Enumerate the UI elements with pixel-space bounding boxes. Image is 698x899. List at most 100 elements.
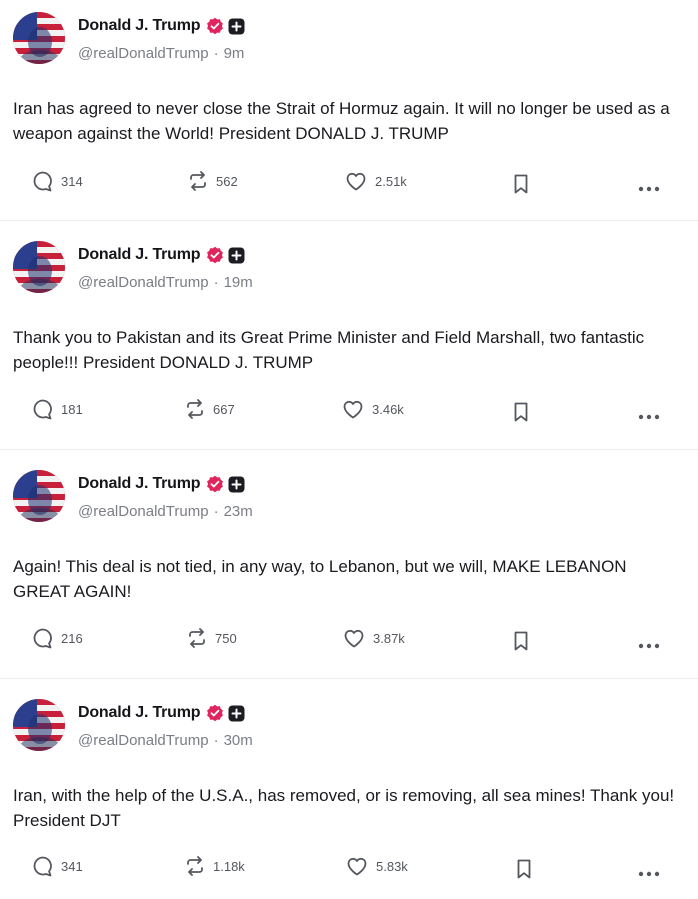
post-text: Thank you to Pakistan and its Great Prim… [13,328,645,372]
post[interactable]: Donald J. Trump @realDonaldTrump · 30m I… [0,679,698,899]
repost-arrows-icon [190,171,206,191]
separator-dot: · [213,732,219,749]
post-time[interactable]: 30m [224,732,253,749]
author-name[interactable]: Donald J. Trump [78,246,201,264]
post-time[interactable]: 9m [224,45,245,62]
like-button[interactable]: 3.87k [342,627,405,649]
author-name[interactable]: Donald J. Trump [78,704,201,722]
bookmark-button[interactable] [512,173,530,200]
reply-count: 314 [61,173,83,189]
more-button[interactable] [638,636,660,654]
repost-arrows-icon [187,399,203,419]
post-time[interactable]: 23m [224,503,253,520]
speech-bubble-icon [33,628,52,649]
bookmark-icon [514,402,528,422]
post-header: Donald J. Trump @realDonaldTrump · 30m [0,687,698,759]
bookmark-icon [517,859,531,879]
author-handle[interactable]: @realDonaldTrump [78,732,209,749]
author-row: Donald J. Trump [78,244,245,266]
repost-button[interactable]: 667 [184,398,235,420]
like-count: 5.83k [376,858,408,874]
avatar[interactable] [13,241,65,293]
repost-count: 1.18k [213,858,245,874]
plus-badge-icon [228,476,245,492]
more-button[interactable] [638,407,660,425]
post-feed: Donald J. Trump @realDonaldTrump · 9m Ir… [0,0,698,899]
separator-dot: · [213,503,219,520]
post-actions: 341 1.18k 5.83k [0,855,698,885]
repost-count: 750 [215,630,237,646]
handle-row: @realDonaldTrump · 9m [78,45,244,62]
ellipsis-icon [638,871,660,877]
post-text: Again! This deal is not tied, in any way… [13,557,627,601]
avatar[interactable] [13,12,65,64]
ellipsis-icon [638,186,660,192]
post[interactable]: Donald J. Trump @realDonaldTrump · 23m A… [0,450,698,679]
repost-button[interactable]: 1.18k [184,855,245,877]
reply-button[interactable]: 341 [32,855,83,877]
speech-bubble-icon [33,856,52,877]
bookmark-icon [514,174,528,194]
flag-portrait-icon [13,241,65,293]
verified-badge-icon [207,246,224,264]
post[interactable]: Donald J. Trump @realDonaldTrump · 19m T… [0,221,698,450]
speech-bubble-icon [33,171,52,192]
verified-badge-icon [207,704,224,722]
reply-button[interactable]: 314 [32,170,83,192]
author-handle[interactable]: @realDonaldTrump [78,503,209,520]
heart-icon [347,857,367,876]
plus-badge-icon [228,18,245,34]
bookmark-button[interactable] [512,401,530,428]
bookmark-button[interactable] [515,858,533,885]
avatar[interactable] [13,699,65,751]
plus-badge-icon [228,247,245,263]
author-row: Donald J. Trump [78,15,245,37]
post[interactable]: Donald J. Trump @realDonaldTrump · 9m Ir… [0,0,698,221]
like-count: 3.46k [372,401,404,417]
reply-count: 216 [61,630,83,646]
ellipsis-icon [638,643,660,649]
repost-count: 667 [213,401,235,417]
reply-count: 341 [61,858,83,874]
post-header: Donald J. Trump @realDonaldTrump · 9m [0,0,698,72]
like-button[interactable]: 3.46k [341,398,404,420]
handle-row: @realDonaldTrump · 23m [78,503,253,520]
bookmark-button[interactable] [512,630,530,657]
repost-arrows-icon [189,628,205,648]
post-actions: 314 562 2.51k [0,170,698,200]
separator-dot: · [213,274,219,291]
like-button[interactable]: 5.83k [345,855,408,877]
post-text: Iran has agreed to never close the Strai… [13,99,670,143]
author-name[interactable]: Donald J. Trump [78,475,201,493]
like-count: 2.51k [375,173,407,189]
heart-icon [346,172,366,191]
author-handle[interactable]: @realDonaldTrump [78,274,209,291]
avatar[interactable] [13,470,65,522]
flag-portrait-icon [13,12,65,64]
flag-portrait-icon [13,699,65,751]
verified-badge-icon [207,475,224,493]
heart-icon [343,400,363,419]
separator-dot: · [213,45,219,62]
reply-count: 181 [61,401,83,417]
post-actions: 181 667 3.46k [0,398,698,428]
heart-icon [344,629,364,648]
flag-portrait-icon [13,470,65,522]
speech-bubble-icon [33,399,52,420]
like-button[interactable]: 2.51k [344,170,407,192]
post-text: Iran, with the help of the U.S.A., has r… [13,786,675,830]
author-row: Donald J. Trump [78,473,245,495]
like-count: 3.87k [373,630,405,646]
more-button[interactable] [638,179,660,197]
repost-button[interactable]: 562 [187,170,238,192]
handle-row: @realDonaldTrump · 19m [78,274,253,291]
reply-button[interactable]: 216 [32,627,83,649]
author-name[interactable]: Donald J. Trump [78,17,201,35]
reply-button[interactable]: 181 [32,398,83,420]
repost-count: 562 [216,173,238,189]
repost-button[interactable]: 750 [186,627,237,649]
post-time[interactable]: 19m [224,274,253,291]
handle-row: @realDonaldTrump · 30m [78,732,253,749]
more-button[interactable] [638,864,660,882]
author-handle[interactable]: @realDonaldTrump [78,45,209,62]
